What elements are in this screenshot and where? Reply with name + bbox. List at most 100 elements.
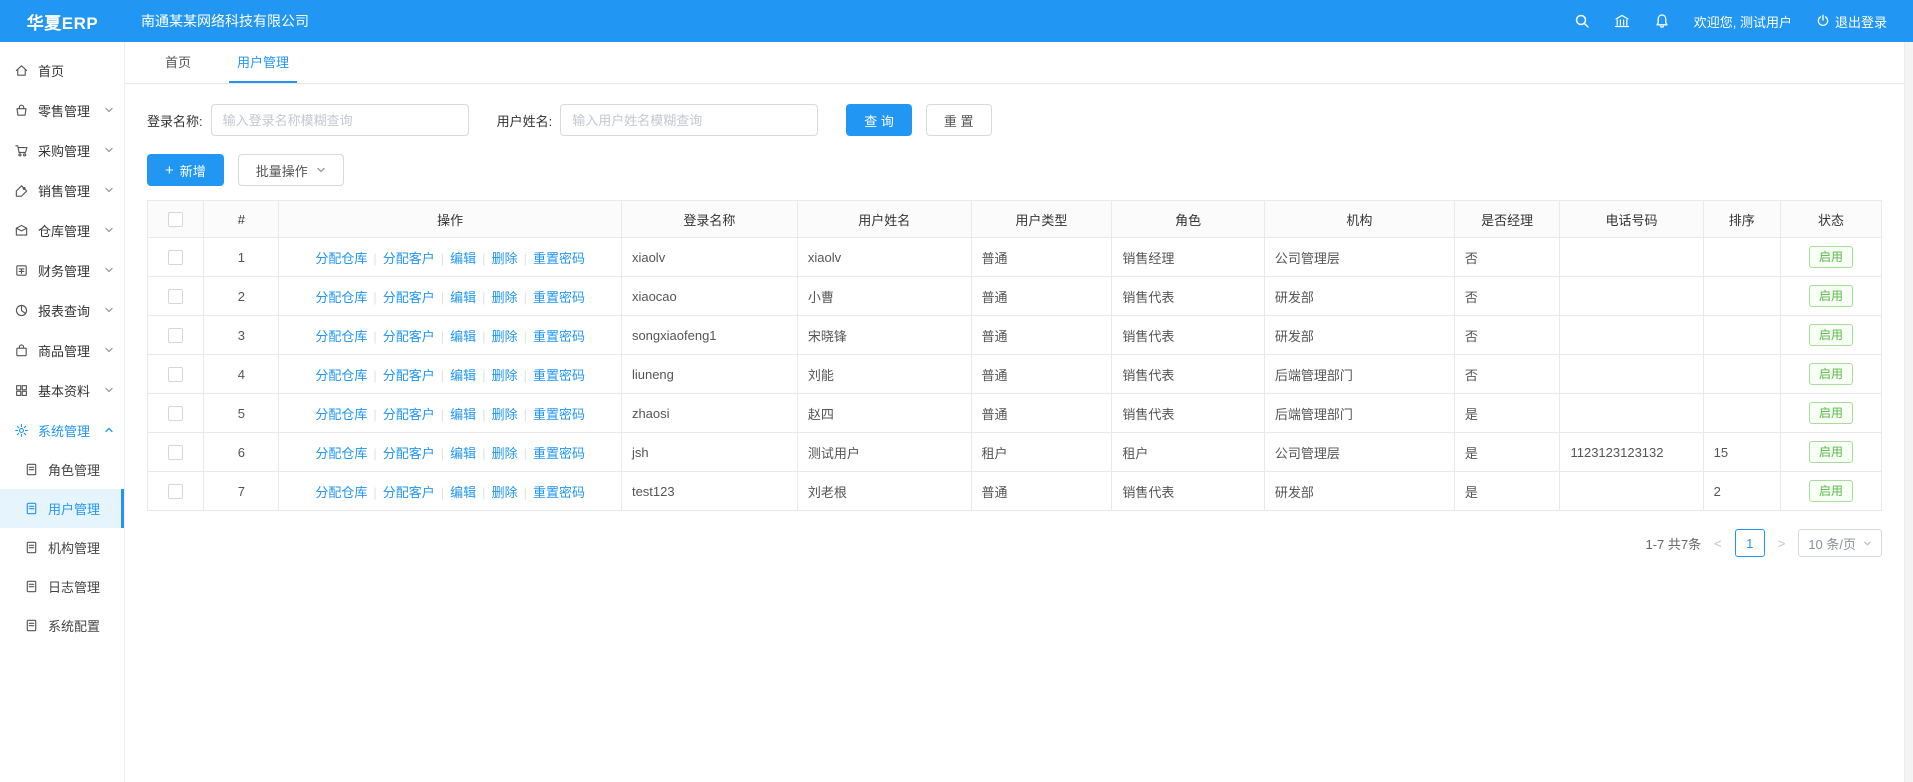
assign-customer-link[interactable]: 分配客户 <box>383 407 435 422</box>
row-checkbox[interactable] <box>168 328 183 343</box>
edit-link[interactable]: 编辑 <box>450 251 476 266</box>
assign-warehouse-link[interactable]: 分配仓库 <box>315 329 367 344</box>
row-operations: 分配仓库|分配客户|编辑|删除|重置密码 <box>279 316 622 355</box>
delete-link[interactable]: 删除 <box>492 368 518 383</box>
sort-cell <box>1703 277 1780 316</box>
sidebar-item-system[interactable]: 系统管理 <box>0 410 124 450</box>
next-page-button[interactable]: > <box>1775 536 1789 551</box>
delete-link[interactable]: 删除 <box>492 329 518 344</box>
sidebar-item-sales[interactable]: 销售管理 <box>0 170 124 210</box>
reset-password-link[interactable]: 重置密码 <box>533 329 585 344</box>
sidebar-item-role-manage[interactable]: 角色管理 <box>0 450 124 489</box>
reset-password-link[interactable]: 重置密码 <box>533 251 585 266</box>
assign-warehouse-link[interactable]: 分配仓库 <box>315 407 367 422</box>
sidebar-item-finance[interactable]: 财务管理 <box>0 250 124 290</box>
sidebar-item-log-manage[interactable]: 日志管理 <box>0 567 124 606</box>
assign-customer-link[interactable]: 分配客户 <box>383 446 435 461</box>
action-row: + 新增 批量操作 <box>147 154 1882 186</box>
sidebar-item-label: 销售管理 <box>38 181 104 200</box>
add-button[interactable]: + 新增 <box>147 154 224 186</box>
search-button[interactable]: 查 询 <box>846 104 912 136</box>
assign-warehouse-link[interactable]: 分配仓库 <box>315 251 367 266</box>
assign-customer-link[interactable]: 分配客户 <box>383 251 435 266</box>
page-number-1[interactable]: 1 <box>1735 529 1765 557</box>
row-checkbox[interactable] <box>168 484 183 499</box>
assign-customer-link[interactable]: 分配客户 <box>383 290 435 305</box>
assign-customer-link[interactable]: 分配客户 <box>383 485 435 500</box>
reset-button[interactable]: 重 置 <box>926 104 992 136</box>
select-all-checkbox[interactable] <box>168 212 183 227</box>
reset-password-link[interactable]: 重置密码 <box>533 407 585 422</box>
delete-link[interactable]: 删除 <box>492 407 518 422</box>
link-separator: | <box>373 407 376 422</box>
edit-link[interactable]: 编辑 <box>450 329 476 344</box>
sort-cell <box>1703 316 1780 355</box>
delete-link[interactable]: 删除 <box>492 485 518 500</box>
batch-actions-button[interactable]: 批量操作 <box>238 154 344 186</box>
role-cell: 租户 <box>1112 433 1265 472</box>
row-checkbox[interactable] <box>168 445 183 460</box>
document-icon <box>24 540 39 555</box>
column-header: # <box>204 201 279 238</box>
login-name-cell: liuneng <box>621 355 797 394</box>
scrollbar[interactable] <box>1904 42 1913 782</box>
row-operations: 分配仓库|分配客户|编辑|删除|重置密码 <box>279 472 622 511</box>
user-name-cell: xiaolv <box>797 238 971 277</box>
sidebar-item-warehouse[interactable]: 仓库管理 <box>0 210 124 250</box>
assign-customer-link[interactable]: 分配客户 <box>383 368 435 383</box>
welcome-text[interactable]: 欢迎您, 测试用户 <box>1694 12 1792 31</box>
row-checkbox[interactable] <box>168 289 183 304</box>
user-name-input[interactable] <box>560 104 818 136</box>
reset-password-link[interactable]: 重置密码 <box>533 290 585 305</box>
reset-password-link[interactable]: 重置密码 <box>533 368 585 383</box>
delete-link[interactable]: 删除 <box>492 290 518 305</box>
sidebar-item-org-manage[interactable]: 机构管理 <box>0 528 124 567</box>
sidebar-item-basic[interactable]: 基本资料 <box>0 370 124 410</box>
sidebar-item-retail[interactable]: 零售管理 <box>0 90 124 130</box>
assign-customer-link[interactable]: 分配客户 <box>383 329 435 344</box>
sidebar-item-user-manage[interactable]: 用户管理 <box>0 489 124 528</box>
link-separator: | <box>441 290 444 305</box>
edit-link[interactable]: 编辑 <box>450 485 476 500</box>
link-separator: | <box>524 485 527 500</box>
sidebar-item-report[interactable]: 报表查询 <box>0 290 124 330</box>
edit-link[interactable]: 编辑 <box>450 446 476 461</box>
sidebar-item-system-config[interactable]: 系统配置 <box>0 606 124 645</box>
reset-password-link[interactable]: 重置密码 <box>533 446 585 461</box>
login-name-input[interactable] <box>211 104 469 136</box>
page-size-select[interactable]: 10 条/页 <box>1798 529 1882 557</box>
edit-link[interactable]: 编辑 <box>450 368 476 383</box>
phone-cell <box>1560 316 1703 355</box>
header-checkbox-cell <box>148 201 204 238</box>
delete-link[interactable]: 删除 <box>492 251 518 266</box>
row-checkbox[interactable] <box>168 406 183 421</box>
tab-user-manage[interactable]: 用户管理 <box>229 42 297 83</box>
topbar-right: 欢迎您, 测试用户 退出登录 <box>1574 12 1913 31</box>
chevron-down-icon <box>316 165 326 175</box>
edit-link[interactable]: 编辑 <box>450 290 476 305</box>
link-separator: | <box>373 329 376 344</box>
assign-warehouse-link[interactable]: 分配仓库 <box>315 485 367 500</box>
reset-password-link[interactable]: 重置密码 <box>533 485 585 500</box>
bank-icon[interactable] <box>1614 13 1630 29</box>
sidebar-item-purchase[interactable]: 采购管理 <box>0 130 124 170</box>
delete-link[interactable]: 删除 <box>492 446 518 461</box>
sidebar-item-home[interactable]: 首页 <box>0 50 124 90</box>
edit-link[interactable]: 编辑 <box>450 407 476 422</box>
search-icon[interactable] <box>1574 13 1590 29</box>
sidebar-item-goods[interactable]: 商品管理 <box>0 330 124 370</box>
app-logo[interactable]: 华夏ERP <box>0 9 125 34</box>
assign-warehouse-link[interactable]: 分配仓库 <box>315 290 367 305</box>
tab-home[interactable]: 首页 <box>157 42 199 83</box>
bell-icon[interactable] <box>1654 13 1670 29</box>
role-cell: 销售代表 <box>1112 355 1265 394</box>
manager-cell: 否 <box>1454 277 1560 316</box>
assign-warehouse-link[interactable]: 分配仓库 <box>315 446 367 461</box>
link-separator: | <box>373 251 376 266</box>
sidebar-item-label: 零售管理 <box>38 101 104 120</box>
row-checkbox[interactable] <box>168 250 183 265</box>
assign-warehouse-link[interactable]: 分配仓库 <box>315 368 367 383</box>
row-checkbox[interactable] <box>168 367 183 382</box>
prev-page-button[interactable]: < <box>1711 536 1725 551</box>
logout-button[interactable]: 退出登录 <box>1816 12 1887 31</box>
